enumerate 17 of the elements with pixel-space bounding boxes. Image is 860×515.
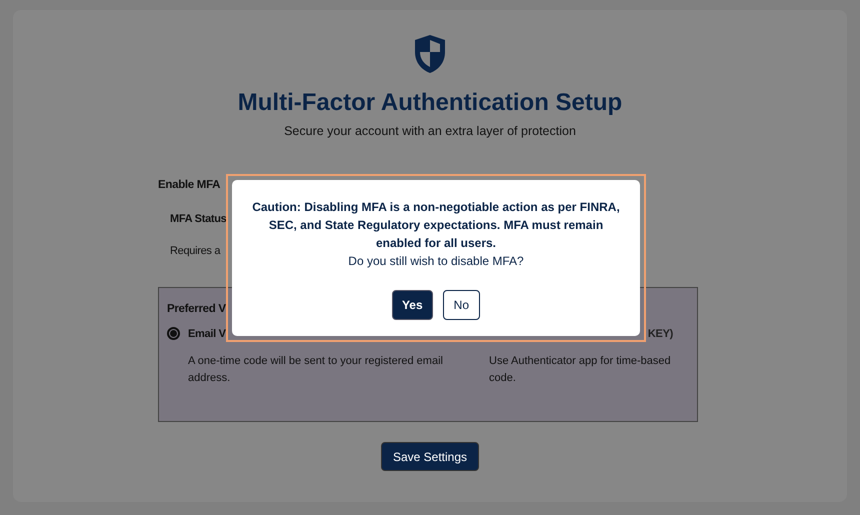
- page-title: Multi-Factor Authentication Setup: [238, 88, 622, 118]
- preferred-heading: Preferred V: [167, 302, 226, 317]
- option-description: A one-time code will be sent to your registered email address.: [188, 354, 444, 386]
- page-subtitle: Secure your account with an extra layer of protection: [284, 123, 576, 140]
- save-settings-button[interactable]: Save Settings: [380, 442, 480, 471]
- radio-button[interactable]: [167, 327, 180, 340]
- no-button[interactable]: No: [442, 290, 480, 320]
- caution-message: Caution: Disabling MFA is a non-negotiable action as per FINRA, SEC, and State Regulatory expectations. MFA must remain enabled for all users.: [251, 199, 621, 252]
- mfa-status-label: MFA Status: [170, 212, 226, 227]
- requires-text: Requires a: [170, 244, 220, 258]
- yes-button[interactable]: Yes: [392, 290, 433, 320]
- option-label[interactable]: Email V: [188, 326, 226, 342]
- shield-icon: [413, 34, 447, 74]
- enable-mfa-label: Enable MFA: [158, 178, 220, 193]
- confirm-question: Do you still wish to disable MFA?: [348, 253, 524, 270]
- option-description: Use Authenticator app for time-based code.: [489, 354, 672, 386]
- option-label[interactable]: KEY): [648, 326, 673, 342]
